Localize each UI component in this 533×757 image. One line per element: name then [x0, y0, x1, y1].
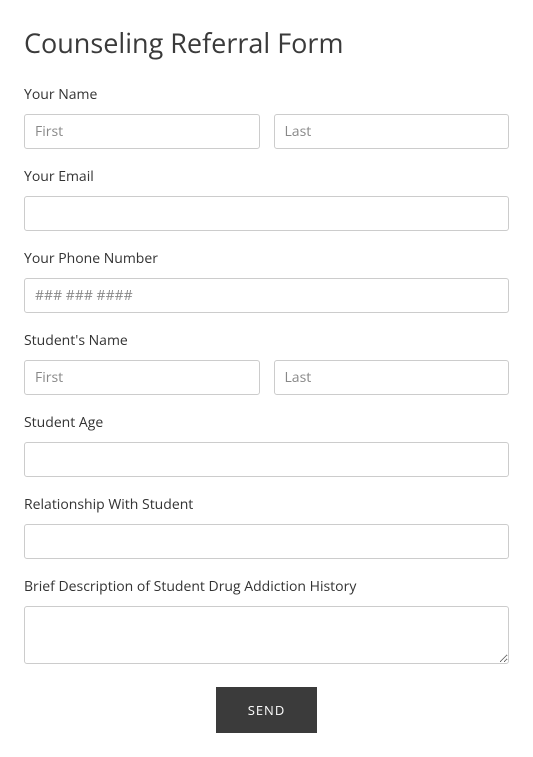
student-age-input[interactable]: [24, 442, 509, 477]
your-email-label: Your Email: [24, 167, 509, 186]
your-name-group: Your Name: [24, 85, 509, 149]
your-name-first-input[interactable]: [24, 114, 260, 149]
submit-row: SEND: [24, 687, 509, 733]
your-name-last-input[interactable]: [274, 114, 510, 149]
description-textarea[interactable]: [24, 606, 509, 664]
description-label: Brief Description of Student Drug Addict…: [24, 577, 509, 596]
student-age-label: Student Age: [24, 413, 509, 432]
page-title: Counseling Referral Form: [24, 24, 509, 61]
student-name-last-input[interactable]: [274, 360, 510, 395]
your-name-label: Your Name: [24, 85, 509, 104]
send-button[interactable]: SEND: [216, 687, 318, 733]
your-name-row: [24, 114, 509, 149]
your-phone-input[interactable]: [24, 278, 509, 313]
relationship-group: Relationship With Student: [24, 495, 509, 559]
student-age-group: Student Age: [24, 413, 509, 477]
your-phone-group: Your Phone Number: [24, 249, 509, 313]
your-email-input[interactable]: [24, 196, 509, 231]
student-name-first-input[interactable]: [24, 360, 260, 395]
student-name-row: [24, 360, 509, 395]
your-email-group: Your Email: [24, 167, 509, 231]
your-phone-label: Your Phone Number: [24, 249, 509, 268]
relationship-input[interactable]: [24, 524, 509, 559]
student-name-label: Student's Name: [24, 331, 509, 350]
description-group: Brief Description of Student Drug Addict…: [24, 577, 509, 669]
relationship-label: Relationship With Student: [24, 495, 509, 514]
student-name-group: Student's Name: [24, 331, 509, 395]
